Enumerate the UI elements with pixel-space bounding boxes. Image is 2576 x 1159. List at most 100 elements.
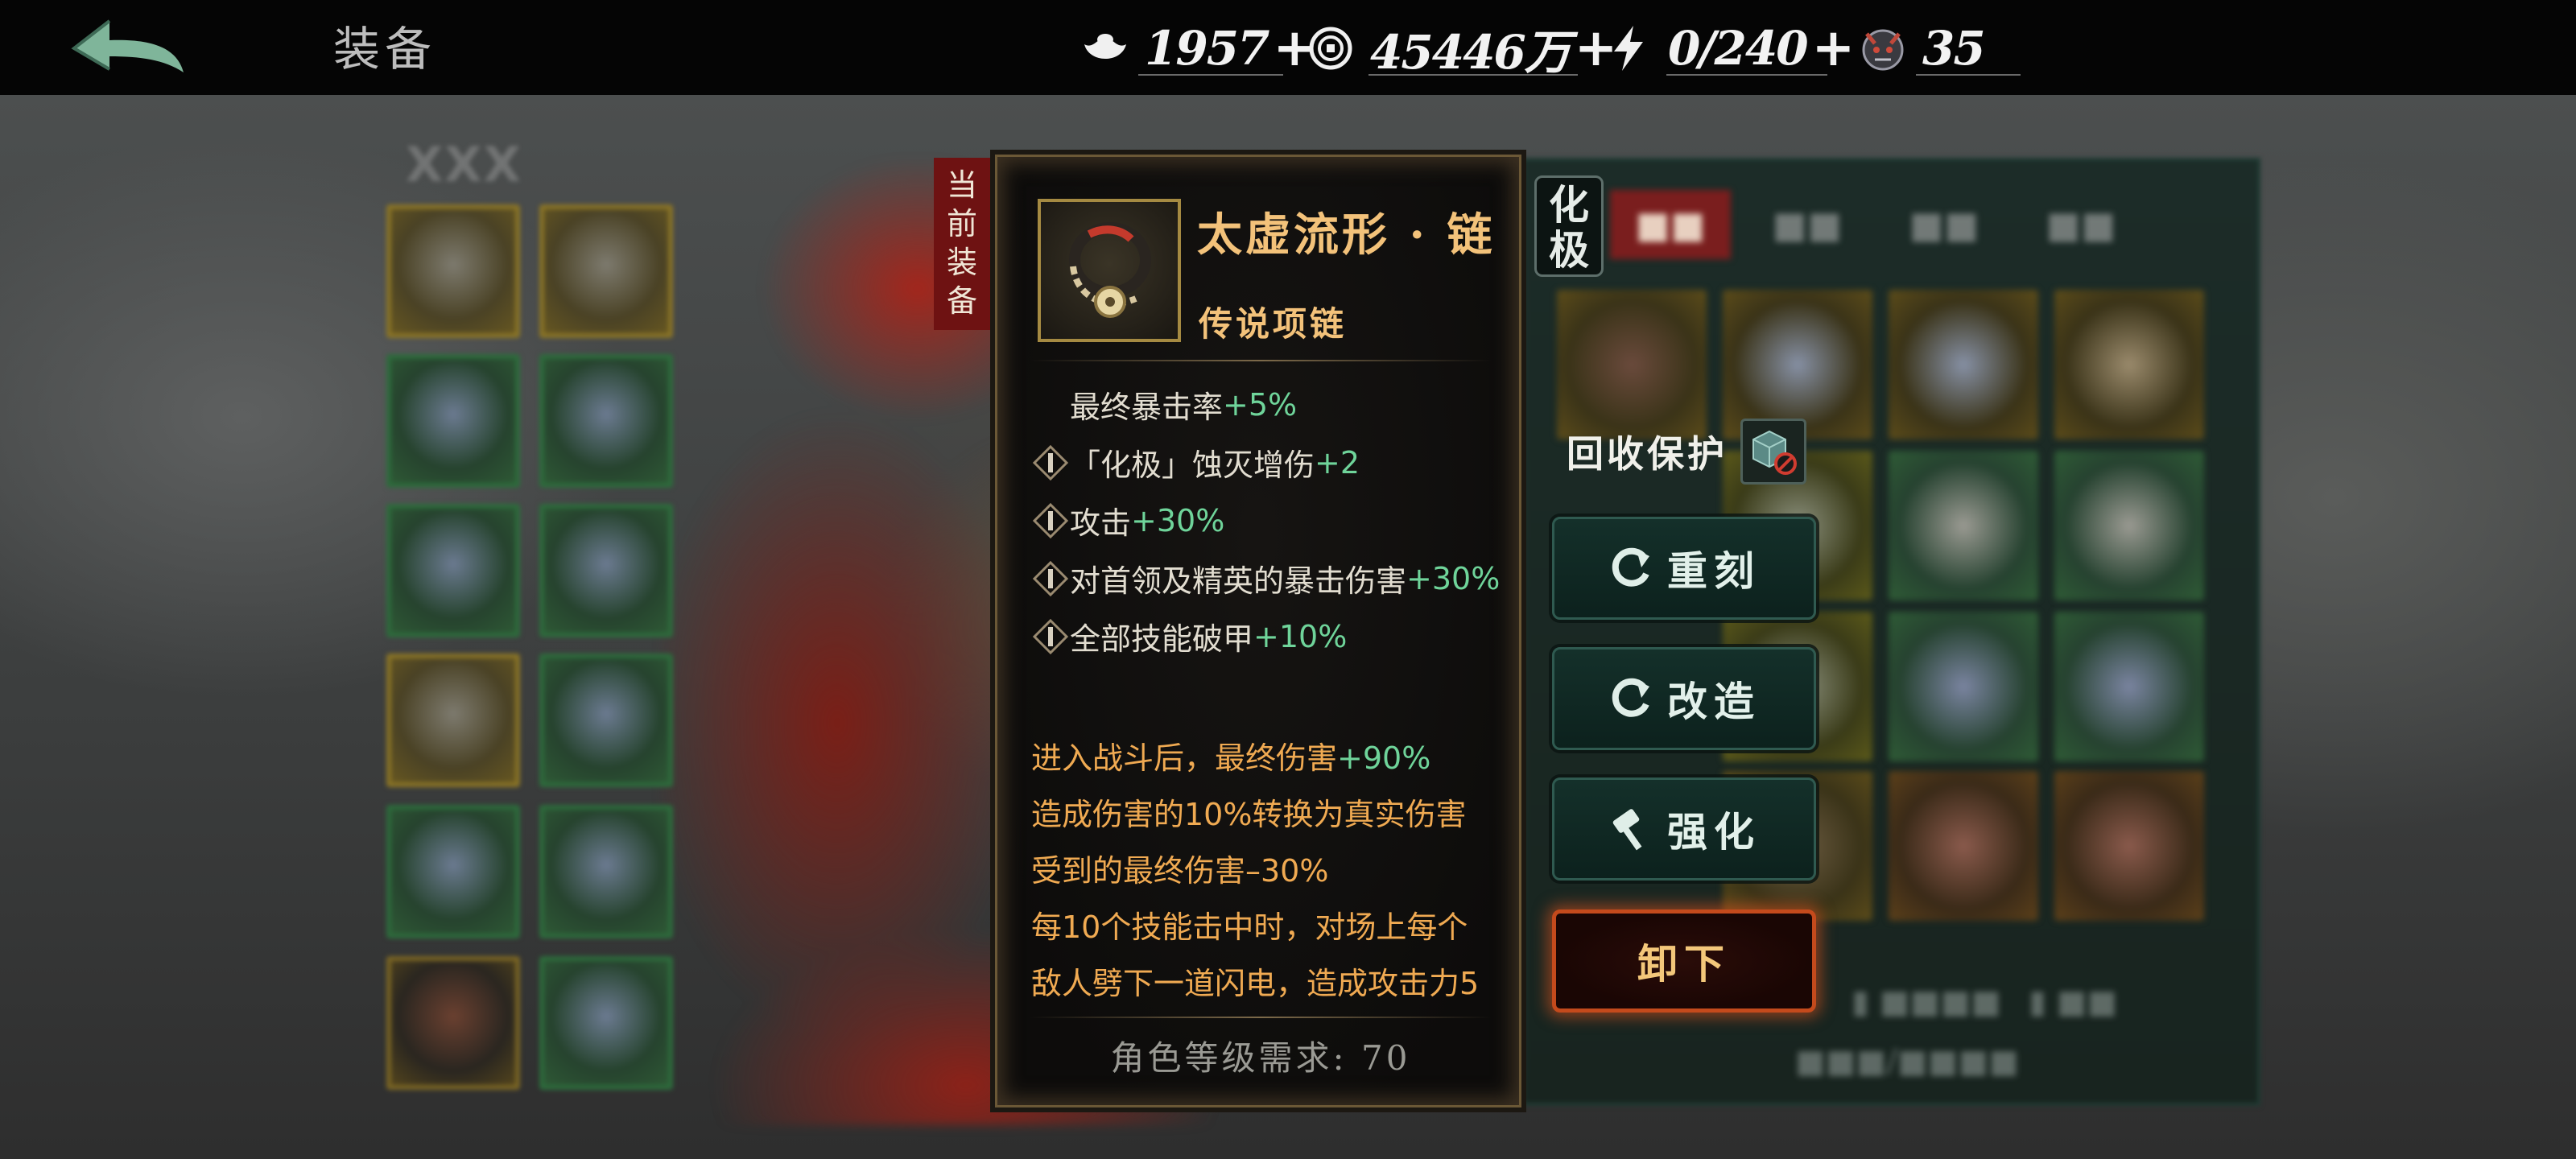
equip-slot[interactable] [386,504,520,637]
inventory-tab[interactable]: ■■ [1884,190,2004,259]
blurred-equipment-code: XXX [406,137,522,193]
inventory-slot[interactable] [2054,612,2204,761]
divider [1138,74,1283,76]
stat-line: 「化极」蚀灭增伤 +2 [1033,440,1360,485]
equip-slot[interactable] [386,354,520,488]
stat-value: +2 [1315,444,1360,481]
stat-label: 全部技能破甲 [1070,621,1254,657]
divider [1368,74,1578,76]
item-icon [1038,199,1181,342]
inventory-slot[interactable] [1557,290,1707,439]
equip-slot[interactable] [539,654,673,787]
refresh-icon [1612,547,1649,587]
item-type: 传说项链 [1199,304,1348,344]
level-requirement: 角色等级需求: 70 [1110,1038,1411,1078]
inventory-slot[interactable] [2054,290,2204,439]
equip-slot[interactable] [386,805,520,938]
skill-line: 造成伤害的10%转换为真实伤害 [1031,790,1466,834]
blurred-filter-button[interactable]: ▮ ■■ [2029,984,2117,1021]
skill-line: 进入战斗后，最终伤害+90% [1031,733,1430,777]
stat-label: 「化极」蚀灭增伤 [1070,448,1315,483]
add-stamina-button[interactable]: + [1812,19,1856,78]
resource-token: 35 [1856,16,1986,80]
divider [1916,74,2021,76]
stat-value: +30% [1131,502,1225,538]
resource-stamina: 0/240 + [1602,16,1855,80]
inventory-slot[interactable] [1889,771,2038,921]
blurred-sort-button[interactable]: ▮ ■■■■ [1852,984,2001,1021]
stat-line: 攻击 +30% [1033,498,1224,542]
inventory-slot[interactable] [1889,451,2038,600]
inventory-slot[interactable] [1889,290,2038,439]
stat-label: 攻击 [1070,505,1132,541]
refresh-icon [1612,678,1649,717]
rune-icon [1033,618,1068,654]
skill-text: 造成伤害的10%转换为真实伤害 [1031,797,1467,832]
inventory-tab[interactable]: ■■ [1747,190,1868,259]
back-button[interactable] [63,13,200,85]
current-equipment-ribbon: 当前装备 [934,158,990,330]
equip-slot[interactable] [386,204,520,338]
demon-mask-icon [1856,22,1909,75]
item-name: 太虚流形 · 链 [1197,208,1496,262]
enhance-label: 强化 [1667,808,1761,856]
coin-icon [1304,22,1357,75]
resource-silver: 1957 + [1079,16,1316,80]
modify-label: 改造 [1667,678,1761,725]
equip-slot[interactable] [386,956,520,1090]
recycle-protection-toggle[interactable] [1740,419,1806,485]
divider [1666,74,1827,76]
divider [1030,360,1492,361]
skill-value: +90% [1337,740,1431,776]
rune-icon [1033,560,1068,596]
coin-value: 45446万 [1370,25,1571,80]
stat-line: 全部技能破甲 +10% [1033,614,1347,658]
stat-line: 对首领及精英的暴击伤害 +30% [1033,556,1500,600]
equip-slot[interactable] [539,354,673,488]
skill-line: 敌人劈下一道闪电，造成攻击力5 [1031,959,1479,1003]
equip-slot[interactable] [539,956,673,1090]
silver-ingot-icon [1079,22,1132,75]
back-arrow-icon [71,19,184,72]
stat-line: 最终暴击率 +5% [1070,382,1297,427]
resource-coin: 45446万 + [1304,16,1617,80]
inventory-slot[interactable] [1723,290,1872,439]
stamina-value: 0/240 [1668,21,1809,76]
unequip-label: 卸下 [1637,940,1731,988]
rune-icon [1033,444,1068,481]
equip-slot[interactable] [539,504,673,637]
skill-text: 敌人劈下一道闪电，造成攻击力5 [1031,966,1480,1001]
blurred-capacity: ■■■/■■■■ [1795,1043,2020,1080]
stat-value: +30% [1406,560,1501,596]
equip-slot[interactable] [539,204,673,338]
necklace-icon [1069,222,1151,318]
inventory-slot[interactable] [2054,771,2204,921]
skill-text: 进入战斗后，最终伤害 [1031,740,1338,776]
equip-slot[interactable] [539,805,673,938]
rune-icon [1033,502,1068,538]
unequip-button[interactable]: 卸下 [1552,909,1816,1013]
huaji-badge[interactable]: 化极 [1534,175,1604,277]
silver-value: 1957 [1145,21,1269,76]
inventory-slot[interactable] [2054,451,2204,600]
hammer-icon [1612,809,1642,851]
skill-line: 每10个技能击中时，对场上每个 [1031,902,1468,947]
skill-text: 受到的最终伤害–30% [1031,853,1329,889]
token-value: 35 [1922,21,1986,76]
recycle-protection-label: 回收保护 [1567,432,1728,476]
top-bar: 装备 1957 + 45446万 + 0/240 + 35 [0,0,2576,95]
item-detail-card: 太虚流形 · 链 传说项链 最终暴击率 +5% 「化极」蚀灭增伤 +2 攻击 +30%… [995,155,1521,1107]
skill-line: 受到的最终伤害–30% [1031,846,1328,890]
reforge-button[interactable]: 重刻 [1552,517,1816,620]
enhance-button[interactable]: 强化 [1552,777,1816,881]
stat-label: 最终暴击率 [1070,390,1224,425]
inventory-slot[interactable] [1889,612,2038,761]
skill-text: 每10个技能击中时，对场上每个 [1031,909,1468,945]
modify-button[interactable]: 改造 [1552,647,1816,750]
stat-value: +5% [1223,386,1298,423]
lightning-icon [1602,22,1655,75]
equip-slot[interactable] [386,654,520,787]
inventory-tab[interactable]: ■■ [2021,190,2141,259]
inventory-tab[interactable]: ■■ [1610,190,1731,259]
recycle-protection: 回收保护 [1567,419,1806,485]
